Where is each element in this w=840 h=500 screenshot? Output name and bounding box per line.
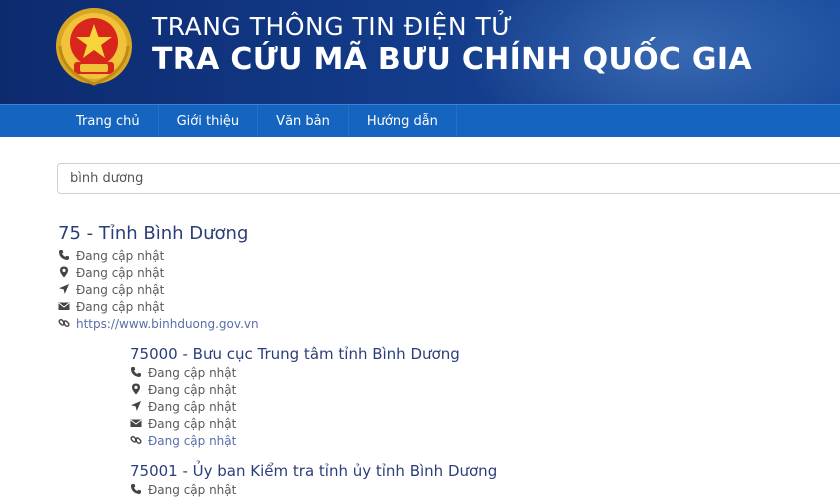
office-email-text: Đang cập nhật <box>148 417 237 431</box>
site-header: TRANG THÔNG TIN ĐIỆN TỬ TRA CỨU MÃ BƯU C… <box>0 0 840 104</box>
envelope-icon <box>58 300 70 312</box>
nav-item-guide[interactable]: Hướng dẫn <box>349 105 457 138</box>
office-title[interactable]: 75001 - Ủy ban Kiểm tra tỉnh ủy tỉnh Bìn… <box>130 462 497 480</box>
map-marker-icon <box>58 266 70 278</box>
search-input[interactable] <box>57 163 840 194</box>
office-location: Đang cập nhật <box>130 400 236 414</box>
office-title[interactable]: 75000 - Bưu cục Trung tâm tỉnh Bình Dươn… <box>130 345 460 363</box>
province-phone: Đang cập nhật <box>58 249 164 263</box>
office-address: Đang cập nhật <box>130 383 236 397</box>
office-address-text: Đang cập nhật <box>148 383 237 397</box>
map-marker-icon <box>130 383 142 395</box>
envelope-icon <box>130 417 142 429</box>
office-phone: Đang cập nhật <box>130 366 236 380</box>
location-arrow-icon <box>130 400 142 412</box>
province-location: Đang cập nhật <box>58 283 164 297</box>
national-emblem-icon[interactable] <box>52 6 136 90</box>
office-phone: Đang cập nhật <box>130 483 236 497</box>
office-email: Đang cập nhật <box>130 417 236 431</box>
province-website-link[interactable]: https://www.binhduong.gov.vn <box>76 317 259 331</box>
location-arrow-icon <box>58 283 70 295</box>
province-email: Đang cập nhật <box>58 300 164 314</box>
office-location-text: Đang cập nhật <box>148 400 237 414</box>
nav-item-about[interactable]: Giới thiệu <box>159 105 259 138</box>
header-title-line1: TRANG THÔNG TIN ĐIỆN TỬ <box>152 12 514 41</box>
office-phone-text: Đang cập nhật <box>148 366 237 380</box>
link-icon <box>130 434 142 446</box>
office-website-link[interactable]: Đang cập nhật <box>148 434 236 448</box>
link-icon <box>58 317 70 329</box>
province-website[interactable]: https://www.binhduong.gov.vn <box>58 317 259 331</box>
office-website[interactable]: Đang cập nhật <box>130 434 236 448</box>
province-email-text: Đang cập nhật <box>76 300 165 314</box>
province-title[interactable]: 75 - Tỉnh Bình Dương <box>58 223 248 244</box>
nav-item-home[interactable]: Trang chủ <box>58 105 159 138</box>
phone-icon <box>130 483 142 495</box>
province-phone-text: Đang cập nhật <box>76 249 165 263</box>
nav-item-documents[interactable]: Văn bản <box>258 105 349 138</box>
province-address: Đang cập nhật <box>58 266 164 280</box>
header-title-line2: TRA CỨU MÃ BƯU CHÍNH QUỐC GIA <box>152 42 752 77</box>
province-location-text: Đang cập nhật <box>76 283 165 297</box>
phone-icon <box>130 366 142 378</box>
office-phone-text: Đang cập nhật <box>148 483 237 497</box>
main-nav: Trang chủ Giới thiệu Văn bản Hướng dẫn <box>0 104 840 138</box>
phone-icon <box>58 249 70 261</box>
province-address-text: Đang cập nhật <box>76 266 165 280</box>
